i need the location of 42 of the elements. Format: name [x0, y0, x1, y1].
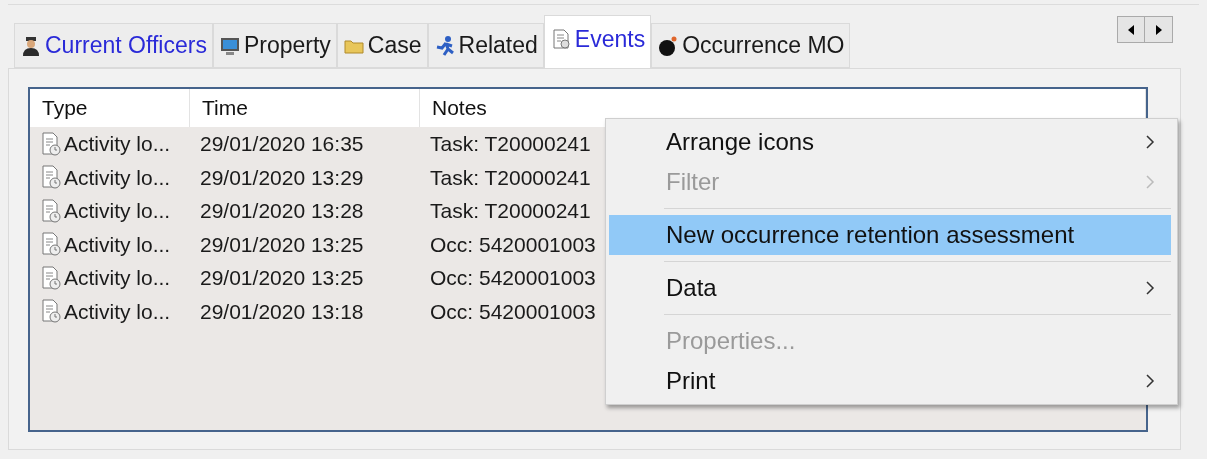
chevron-right-icon — [1145, 174, 1155, 190]
table-cell: Task: T20000241 — [430, 132, 591, 155]
tab[interactable]: Occurrence MO — [651, 23, 851, 68]
tab[interactable]: Related — [427, 23, 544, 68]
table-cell: 29/01/2020 16:35 — [200, 132, 364, 155]
table-cell-text: Activity lo... — [64, 164, 171, 191]
table-cell: 29/01/2020 13:25 — [200, 266, 364, 289]
table-cell-text: Activity lo... — [64, 265, 171, 291]
table-cell: 29/01/2020 13:25 — [200, 232, 364, 256]
table-cell: Occ: 5420001003 — [430, 232, 596, 256]
chevron-right-icon — [1145, 280, 1155, 296]
tab[interactable]: Property — [212, 23, 337, 68]
document-icon — [40, 165, 62, 190]
column-header[interactable]: Time — [190, 89, 420, 127]
officer-icon — [20, 34, 42, 57]
document-icon — [40, 265, 62, 290]
triangle-left-icon — [1127, 24, 1135, 35]
table-cell-text: Activity lo... — [64, 131, 171, 157]
table-cell-text: Activity lo... — [64, 298, 171, 325]
table-cell: Task: T20000241 — [430, 165, 591, 189]
column-header[interactable]: Type — [30, 89, 190, 127]
document-icon — [40, 299, 62, 324]
table-cell: Occ: 5420001003 — [430, 299, 596, 323]
table-cell: Task: T20000241 — [430, 199, 591, 222]
table-cell: 29/01/2020 13:28 — [200, 199, 364, 222]
table-cell-text: Activity lo... — [64, 231, 171, 258]
table-cell: Occ: 5420001003 — [430, 266, 596, 289]
table-cell: 29/01/2020 13:29 — [200, 165, 364, 189]
menu-item[interactable]: Data — [609, 268, 1171, 308]
tab[interactable]: Case — [336, 23, 428, 68]
chevron-right-icon — [1145, 134, 1155, 150]
chevron-right-icon — [1145, 373, 1155, 389]
tab[interactable]: Current Officers — [14, 23, 213, 68]
document-icon — [40, 131, 62, 156]
document-icon — [40, 232, 62, 257]
table-cell: 29/01/2020 13:18 — [200, 299, 364, 323]
table-cell-text: Activity lo... — [64, 198, 171, 224]
document-icon — [40, 198, 62, 223]
menu-item[interactable]: New occurrence retention assessment — [609, 215, 1171, 255]
triangle-right-icon — [1154, 24, 1163, 35]
menu-item[interactable]: Print — [609, 361, 1171, 401]
tab[interactable]: Events — [543, 15, 652, 68]
